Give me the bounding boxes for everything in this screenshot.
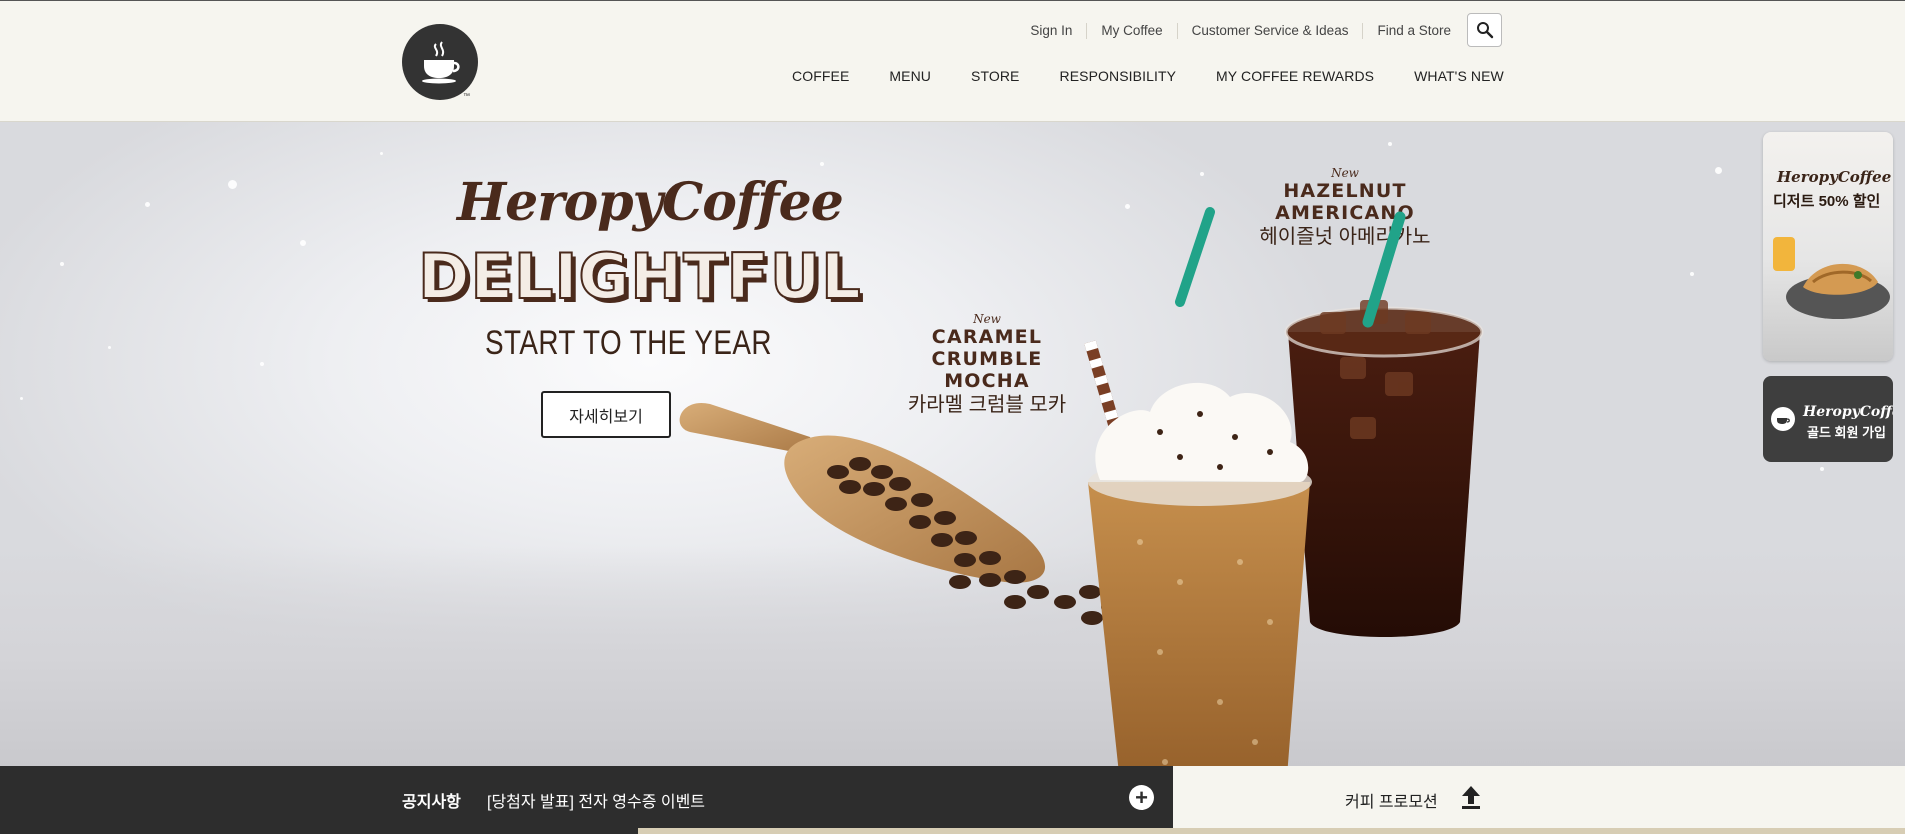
- bottom-line-tan: [638, 828, 1905, 834]
- coffee-cup-icon: [1771, 407, 1795, 431]
- nav-store[interactable]: STORE: [971, 68, 1019, 84]
- search-button[interactable]: [1467, 13, 1502, 47]
- notice-text-link[interactable]: [당첨자 발표] 전자 영수증 이벤트: [487, 788, 705, 812]
- trademark-mark: ™: [463, 93, 470, 100]
- sign-in-link[interactable]: Sign In: [1016, 23, 1088, 39]
- upload-arrow-icon[interactable]: [1460, 784, 1482, 810]
- caramel-mocha-cup: [1084, 340, 1312, 766]
- gold-member-banner[interactable]: HeropyCoffee 골드 회원 가입: [1763, 376, 1893, 462]
- utility-nav: Sign In My Coffee Customer Service & Ide…: [1016, 19, 1465, 43]
- nav-rewards[interactable]: MY COFFEE REWARDS: [1216, 68, 1374, 84]
- new-badge: New: [1331, 166, 1359, 180]
- promotion-bar: 커피 프로모션: [1173, 766, 1905, 828]
- promotion-toggle-label[interactable]: 커피 프로모션: [1345, 788, 1438, 812]
- notice-title: 공지사항: [402, 794, 461, 811]
- plus-circle-icon[interactable]: +: [1129, 785, 1154, 810]
- dessert-discount-banner[interactable]: HeropyCoffee 디저트 50% 할인: [1763, 132, 1893, 361]
- nav-menu[interactable]: MENU: [889, 68, 931, 84]
- hero-banner: HeropyCoffee DELIGHTFUL START TO THE YEA…: [0, 122, 1905, 766]
- banner-text: 골드 회원 가입: [1807, 425, 1886, 440]
- product-illustration: [679, 207, 1484, 766]
- bottom-line-dark: [0, 828, 638, 834]
- nav-whats-new[interactable]: WHAT'S NEW: [1414, 68, 1504, 84]
- nav-coffee[interactable]: COFFEE: [792, 68, 849, 84]
- site-header: ™ Sign In My Coffee Customer Service & I…: [0, 0, 1905, 122]
- banner-brand: HeropyCoffee: [1803, 404, 1893, 420]
- search-icon: [1476, 22, 1493, 39]
- customer-service-link[interactable]: Customer Service & Ideas: [1178, 23, 1364, 39]
- my-coffee-link[interactable]: My Coffee: [1087, 23, 1178, 39]
- nav-responsibility[interactable]: RESPONSIBILITY: [1060, 68, 1177, 84]
- notice-bar: 공지사항 [당첨자 발표] 전자 영수증 이벤트 +: [0, 766, 1173, 828]
- coffee-cup-logo[interactable]: [402, 24, 478, 100]
- main-nav: COFFEE MENU STORE RESPONSIBILITY MY COFF…: [792, 68, 1504, 84]
- find-store-link[interactable]: Find a Store: [1363, 23, 1465, 39]
- coffee-cup-icon: [422, 41, 460, 84]
- banner-text: 디저트 50% 할인: [1773, 193, 1881, 210]
- dessert-plate-illustration: [1773, 237, 1890, 319]
- banner-brand: HeropyCoffee: [1777, 168, 1892, 186]
- view-details-button[interactable]: 자세히보기: [541, 391, 671, 438]
